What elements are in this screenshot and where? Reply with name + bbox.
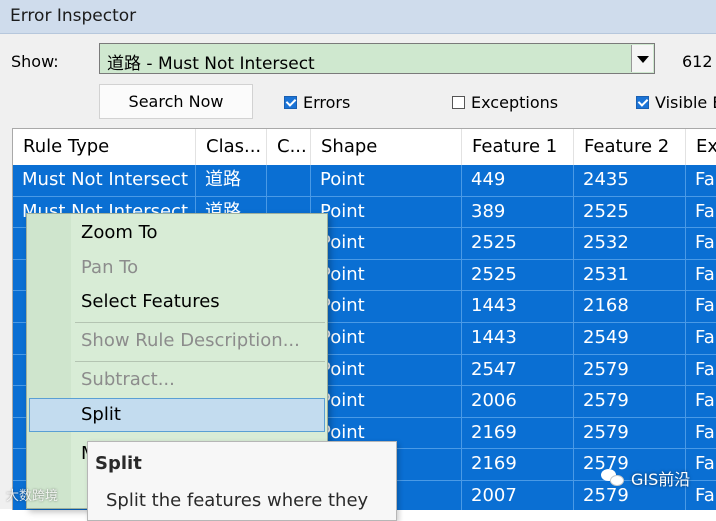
cell-rule-type: Must Not Intersect <box>13 165 196 197</box>
cell-shape: Point <box>311 165 462 197</box>
context-menu-gutter <box>27 214 71 508</box>
context-menu-highlight <box>29 398 325 432</box>
column-header-class[interactable]: Clas... <box>196 129 267 165</box>
wechat-icon <box>601 469 625 487</box>
watermark-right: GIS前沿 <box>601 466 690 490</box>
column-header-rule-type[interactable]: Rule Type <box>13 129 196 165</box>
show-label: Show: <box>11 52 59 71</box>
cell-exception: Fal <box>686 481 716 510</box>
cell-feature-2: 2579 <box>574 417 686 450</box>
errors-checkbox[interactable]: Errors <box>284 93 350 112</box>
exceptions-checkbox[interactable]: Exceptions <box>452 93 558 112</box>
cell-exception: Fal <box>686 355 716 387</box>
cell-feature-2: 2532 <box>574 228 686 260</box>
cell-exception: Fal <box>686 165 716 197</box>
cell-feature-1: 2525 <box>462 228 574 260</box>
show-dropdown[interactable]: 道路 - Must Not Intersect <box>99 43 655 74</box>
menu-item-subtract: Subtract... <box>81 369 175 390</box>
cell-feature-1: 1443 <box>462 323 574 355</box>
column-header-feature-2[interactable]: Feature 2 <box>574 129 686 165</box>
menu-item-split[interactable]: Split <box>81 404 121 425</box>
cell-feature-2: 2168 <box>574 291 686 323</box>
cell-feature-1: 1443 <box>462 291 574 323</box>
search-now-button[interactable]: Search Now <box>99 84 253 119</box>
cell-shape: Point <box>311 291 462 323</box>
cell-feature-1: 2547 <box>462 354 574 387</box>
cell-feature-1: 2525 <box>462 259 574 292</box>
cell-feature-1: 449 <box>462 165 574 197</box>
cell-shape: Point <box>311 386 462 418</box>
visible-extent-checkbox-label: Visible Ex <box>655 93 716 112</box>
menu-separator <box>75 361 325 362</box>
tooltip-title: Split <box>95 453 142 474</box>
cell-feature-2: 2579 <box>574 386 686 418</box>
menu-item-pan-to: Pan To <box>81 257 139 278</box>
split-tooltip: Split Split the features where they <box>87 441 397 521</box>
cell-feature-2: 2531 <box>574 259 686 292</box>
cell-feature-2: 2579 <box>574 354 686 387</box>
dropdown-button[interactable] <box>631 45 653 72</box>
checkbox-unchecked-icon[interactable] <box>452 96 465 109</box>
cell-exception: Fal <box>686 418 716 450</box>
exceptions-checkbox-label: Exceptions <box>471 93 559 112</box>
menu-item-select-features[interactable]: Select Features <box>81 291 220 312</box>
cell-exception: Fal <box>686 386 716 418</box>
column-header-exception[interactable]: Exc <box>686 129 716 165</box>
cell-shape: Point <box>311 196 462 229</box>
menu-separator <box>75 322 325 323</box>
cell-feature-1: 2169 <box>462 417 574 450</box>
cell-feature-1: 2007 <box>462 481 574 510</box>
chevron-down-icon <box>637 56 649 63</box>
column-header-c[interactable]: C... <box>267 129 311 165</box>
visible-extent-checkbox[interactable]: Visible Ex <box>636 93 716 112</box>
cell-shape: Point <box>311 323 462 355</box>
cell-feature-1: 2006 <box>462 386 574 418</box>
cell-exception: Fal <box>686 291 716 323</box>
cell-exception: Fal <box>686 197 716 229</box>
cell-exception: Fal <box>686 323 716 355</box>
error-count-text: 612 e <box>682 52 716 71</box>
watermark-left: 大数跨境 <box>6 485 58 504</box>
cell-class: 道路 <box>196 165 267 197</box>
cell-shape: Point <box>311 259 462 292</box>
cell-exception: Fal <box>686 260 716 292</box>
checkbox-checked-icon[interactable] <box>636 96 649 109</box>
window-title: Error Inspector <box>10 6 137 26</box>
cell-feature-2: 2435 <box>574 165 686 197</box>
cell-shape: Point <box>311 354 462 387</box>
cell-feature-1: 2169 <box>462 449 574 481</box>
tooltip-body: Split the features where they <box>106 490 369 511</box>
show-dropdown-value: 道路 - Must Not Intersect <box>107 54 315 74</box>
errors-checkbox-label: Errors <box>303 93 351 112</box>
column-header-shape[interactable]: Shape <box>311 129 462 165</box>
watermark-left-text: 大数跨境 <box>6 489 59 504</box>
cell-exception: Fal <box>686 449 716 481</box>
window-titlebar: Error Inspector <box>0 0 716 34</box>
column-header-feature-1[interactable]: Feature 1 <box>462 129 574 165</box>
menu-item-show-rule-description: Show Rule Description... <box>81 330 300 351</box>
cell-feature-2: 2525 <box>574 196 686 229</box>
cell-exception: Fal <box>686 228 716 260</box>
cell-c <box>267 165 311 197</box>
cell-feature-2: 2549 <box>574 323 686 355</box>
checkbox-checked-icon[interactable] <box>284 96 297 109</box>
cell-feature-1: 389 <box>462 196 574 229</box>
table-row[interactable]: Must Not Intersect道路 Point4492435Fal <box>13 165 716 197</box>
watermark-right-text: GIS前沿 <box>631 470 691 489</box>
cell-shape: Point <box>311 228 462 260</box>
menu-item-zoom-to[interactable]: Zoom To <box>81 222 158 243</box>
